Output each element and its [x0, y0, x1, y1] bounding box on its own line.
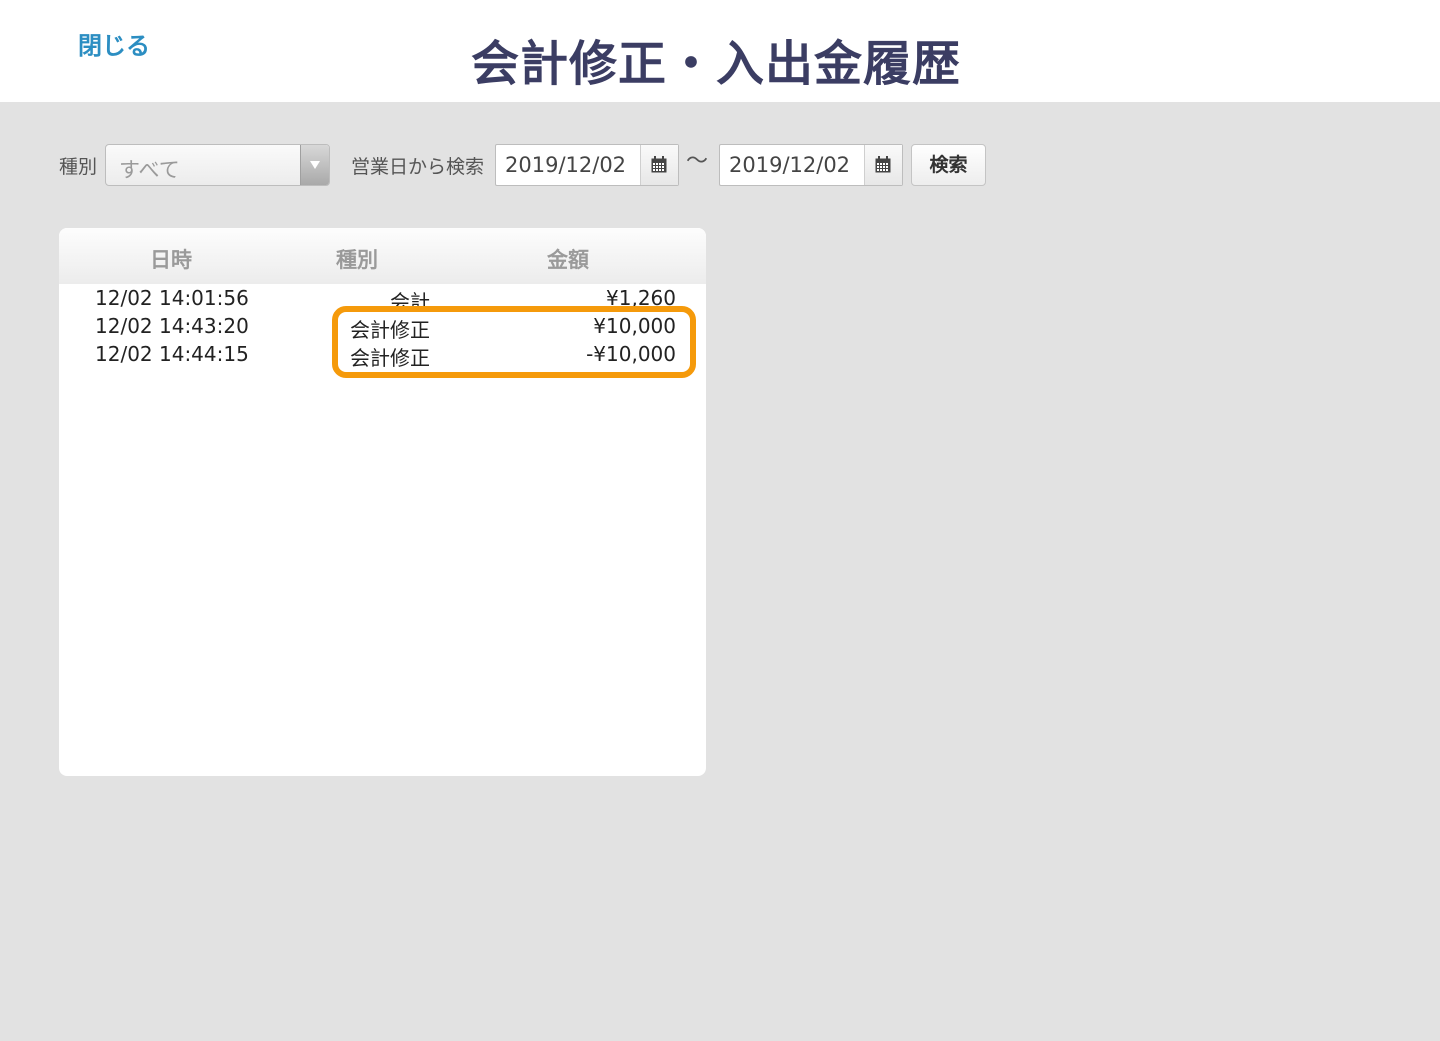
table-row[interactable]: 12/02 14:43:20 会計修正 ¥10,000 [59, 314, 706, 342]
type-select[interactable]: すべて [105, 144, 330, 186]
date-from-input[interactable]: 2019/12/02 [495, 144, 679, 186]
row-datetime: 12/02 14:44:15 [95, 342, 249, 366]
column-header-amount: 金額 [547, 248, 589, 272]
date-to-value: 2019/12/02 [729, 153, 851, 177]
row-amount: ¥10,000 [593, 314, 676, 338]
chevron-down-icon [300, 145, 329, 185]
table-row[interactable]: 12/02 14:01:56 会計 ¥1,260 [59, 286, 706, 314]
row-amount: ¥1,260 [606, 286, 676, 310]
column-header-type: 種別 [336, 248, 378, 272]
row-amount: -¥10,000 [586, 342, 676, 366]
table-header: 日時 種別 金額 [59, 228, 706, 284]
type-select-value: すべて [119, 158, 180, 182]
column-header-datetime: 日時 [150, 248, 192, 272]
row-type: 会計修正 [350, 318, 430, 342]
calendar-icon[interactable] [640, 145, 678, 185]
range-separator: 〜 [686, 149, 709, 174]
date-from-value: 2019/12/02 [505, 153, 627, 177]
row-datetime: 12/02 14:01:56 [95, 286, 249, 310]
page-title: 会計修正・入出金履歴 [470, 36, 961, 92]
search-button[interactable]: 検索 [911, 144, 986, 186]
date-to-input[interactable]: 2019/12/02 [719, 144, 903, 186]
row-type: 会計修正 [350, 346, 430, 370]
date-filter-label: 営業日から検索 [351, 156, 485, 178]
table-row[interactable]: 12/02 14:44:15 会計修正 -¥10,000 [59, 342, 706, 370]
header-bar: 閉じる 会計修正・入出金履歴 [0, 0, 1440, 102]
row-type: 会計 [390, 290, 430, 314]
history-table: 日時 種別 金額 12/02 14:01:56 会計 ¥1,260 12/02 … [59, 228, 706, 776]
row-datetime: 12/02 14:43:20 [95, 314, 249, 338]
type-filter-label: 種別 [59, 156, 98, 178]
calendar-icon[interactable] [864, 145, 902, 185]
